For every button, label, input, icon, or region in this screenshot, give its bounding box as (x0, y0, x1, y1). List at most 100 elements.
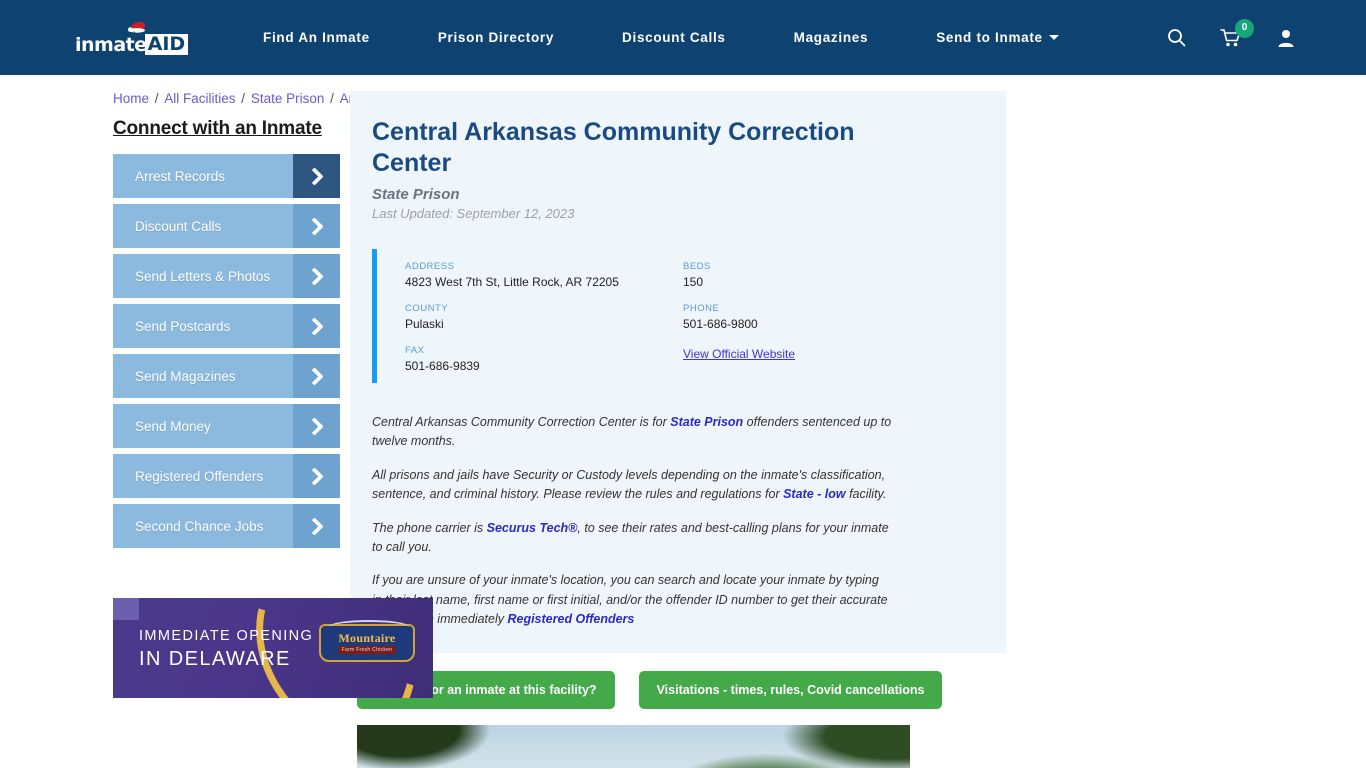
facility-description: Central Arkansas Community Correction Ce… (372, 413, 892, 629)
chevron-right-icon (293, 454, 340, 498)
page-title: Central Arkansas Community Correction Ce… (372, 118, 855, 177)
nav-item-find-an-inmate[interactable]: Find An Inmate (263, 30, 370, 45)
facility-paragraph-2: All prisons and jails have Security or C… (372, 466, 892, 505)
sidebar-item-registered-offenders[interactable]: Registered Offenders (113, 454, 340, 498)
facility-phone-label: PHONE (683, 303, 720, 314)
facility-photo (357, 725, 910, 768)
sidebar-item-send-money[interactable]: Send Money (113, 404, 340, 448)
site-logo[interactable]: inmate AID (75, 21, 189, 56)
state-low-link[interactable]: State - low (783, 487, 846, 501)
facility-paragraph-3: The phone carrier is Securus Tech®, to s… (372, 519, 892, 558)
facility-address-value: 4823 West 7th St, Little Rock, AR 72205 (405, 275, 619, 289)
chevron-right-icon (293, 404, 340, 448)
ad-corner-accent (113, 598, 139, 620)
breadcrumb-item-state-prison[interactable]: State Prison (251, 91, 325, 106)
breadcrumb-item-all-facilities[interactable]: All Facilities (164, 91, 235, 106)
sidebar-item-label: Registered Offenders (135, 468, 264, 484)
facility-info-column-left: ADDRESS 4823 West 7th St, Little Rock, A… (405, 261, 683, 373)
sidebar-item-label: Discount Calls (135, 218, 222, 234)
nav-label: Send to Inmate (936, 30, 1043, 45)
mountaire-logo: Mountaire Farm Fresh Chicken (319, 620, 415, 670)
chevron-right-icon (293, 504, 340, 548)
primary-navigation: Find An Inmate Prison Directory Discount… (263, 30, 1167, 45)
ad-brand-tagline: Farm Fresh Chicken (337, 646, 397, 654)
logo-arc-decoration (329, 620, 409, 634)
chevron-right-icon (293, 154, 340, 198)
paragraph-text: facility. (845, 487, 887, 502)
facility-last-updated: Last Updated: September 12, 2023 (372, 206, 575, 221)
facility-website-field: View Official Website (683, 345, 961, 363)
main-content: Central Arkansas Community Correction Ce… (340, 91, 1366, 768)
chevron-down-icon (1048, 35, 1059, 40)
user-icon[interactable] (1276, 28, 1296, 48)
facility-fax-field: FAX 501-686-9839 (405, 345, 683, 373)
sidebar-title: Connect with an Inmate (113, 118, 322, 139)
facility-info-block: ADDRESS 4823 West 7th St, Little Rock, A… (372, 249, 976, 383)
nav-label: Discount Calls (622, 30, 726, 45)
sidebar-item-label: Send Letters & Photos (135, 268, 271, 284)
facility-fax-value: 501-686-9839 (405, 359, 480, 373)
facility-county-value: Pulaski (405, 317, 444, 331)
chevron-right-icon (293, 304, 340, 348)
ad-headline-line1: IMMEDIATE OPENING (139, 628, 314, 644)
cart-count-badge: 0 (1235, 18, 1254, 38)
sidebar-item-label: Send Postcards (135, 318, 231, 334)
sidebar-item-second-chance-jobs[interactable]: Second Chance Jobs (113, 504, 340, 548)
sidebar-item-label: Send Money (135, 418, 211, 434)
header-icon-group: 0 (1167, 18, 1296, 48)
facility-phone-field: PHONE 501-686-9800 (683, 303, 961, 331)
facility-type: State Prison (372, 186, 460, 203)
facility-info-column-right: BEDS 150 PHONE 501-686-9800 View Officia… (683, 261, 961, 373)
nav-label: Magazines (793, 30, 869, 45)
sidebar-menu: Arrest Records Discount Calls Send Lette… (113, 154, 340, 548)
breadcrumb-separator: / (151, 91, 163, 106)
search-icon[interactable] (1167, 28, 1186, 47)
facility-paragraph-1: Central Arkansas Community Correction Ce… (372, 413, 892, 452)
nav-item-send-to-inmate[interactable]: Send to Inmate (936, 30, 1059, 45)
cart-icon[interactable]: 0 (1220, 18, 1254, 48)
facility-phone-value: 501-686-9800 (683, 317, 758, 331)
facility-cta-row: Looking for an inmate at this facility? … (350, 671, 1006, 710)
sidebar-item-send-magazines[interactable]: Send Magazines (113, 354, 340, 398)
sidebar-item-send-letters-photos[interactable]: Send Letters & Photos (113, 254, 340, 298)
santa-hat-icon (127, 21, 145, 33)
logo-text: inmate (75, 33, 147, 56)
facility-beds-value: 150 (683, 275, 704, 289)
paragraph-text: Central Arkansas Community Correction Ce… (372, 415, 671, 429)
nav-item-prison-directory[interactable]: Prison Directory (438, 30, 554, 45)
sidebar-item-send-postcards[interactable]: Send Postcards (113, 304, 340, 348)
breadcrumb-item-home[interactable]: Home (113, 91, 149, 106)
facility-county-field: COUNTY Pulaski (405, 303, 683, 331)
facility-beds-label: BEDS (683, 261, 711, 272)
sidebar-item-label: Send Magazines (135, 368, 236, 384)
facility-beds-field: BEDS 150 (683, 261, 961, 289)
securus-tech-link[interactable]: Securus Tech® (487, 521, 578, 535)
visitations-button[interactable]: Visitations - times, rules, Covid cancel… (638, 671, 943, 710)
paragraph-text: The phone carrier is (372, 520, 487, 535)
chevron-right-icon (293, 254, 340, 298)
facility-county-label: COUNTY (405, 303, 449, 314)
facility-address-field: ADDRESS 4823 West 7th St, Little Rock, A… (405, 261, 683, 289)
state-prison-link[interactable]: State Prison (670, 415, 743, 429)
breadcrumb: Home / All Facilities / State Prison / A… (113, 91, 396, 106)
page-body: Home / All Facilities / State Prison / A… (0, 75, 1366, 768)
sidebar-item-discount-calls[interactable]: Discount Calls (113, 204, 340, 248)
breadcrumb-separator: / (237, 91, 249, 106)
sidebar-advertisement[interactable]: IMMEDIATE OPENING IN DELAWARE Mountaire … (113, 598, 433, 698)
view-official-website-link[interactable]: View Official Website (683, 347, 795, 361)
facility-fax-label: FAX (405, 345, 425, 356)
sidebar-item-label: Second Chance Jobs (135, 518, 264, 534)
sidebar-item-label: Arrest Records (135, 168, 226, 184)
site-header: inmate AID Find An Inmate Prison Directo… (0, 0, 1366, 75)
facility-address-label: ADDRESS (405, 261, 455, 272)
sidebar-item-arrest-records[interactable]: Arrest Records (113, 154, 340, 198)
nav-item-discount-calls[interactable]: Discount Calls (622, 30, 726, 45)
nav-item-magazines[interactable]: Magazines (794, 30, 869, 45)
facility-paragraph-4: If you are unsure of your inmate's locat… (372, 571, 892, 629)
facility-panel: Central Arkansas Community Correction Ce… (350, 91, 1006, 654)
logo-badge: AID (144, 33, 189, 55)
nav-label: Prison Directory (437, 30, 555, 45)
ad-headline-line2: IN DELAWARE (139, 648, 291, 670)
chevron-right-icon (293, 204, 340, 248)
registered-offenders-link[interactable]: Registered Offenders (507, 612, 634, 626)
